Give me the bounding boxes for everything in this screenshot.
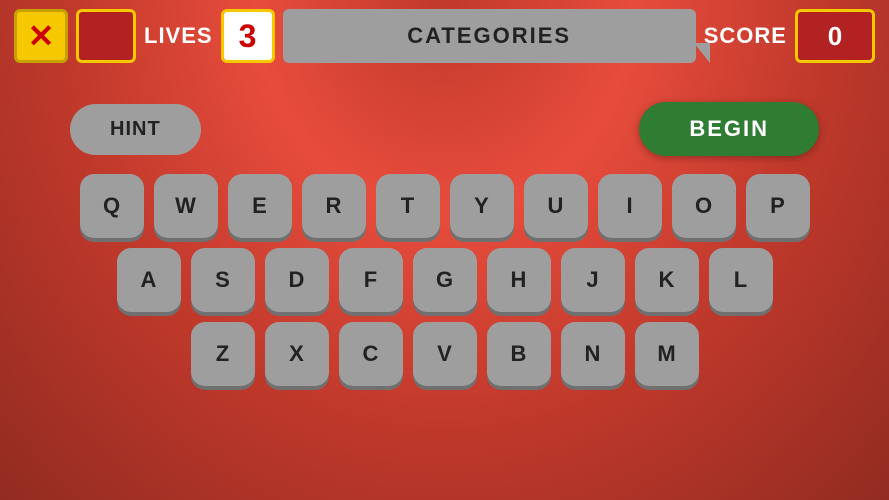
keyboard-row-2: ASDFGHJKL [117, 248, 773, 312]
keyboard-row-3: ZXCVBNM [191, 322, 699, 386]
key-B[interactable]: B [487, 322, 551, 386]
key-Q[interactable]: Q [80, 174, 144, 238]
main-content: HINT BEGIN QWERTYUIOP ASDFGHJKL ZXCVBNM [0, 72, 889, 500]
lives-count-value: 3 [239, 18, 257, 55]
key-K[interactable]: K [635, 248, 699, 312]
score-label: SCORE [704, 23, 787, 49]
score-number: 0 [828, 21, 842, 52]
key-W[interactable]: W [154, 174, 218, 238]
key-V[interactable]: V [413, 322, 477, 386]
key-T[interactable]: T [376, 174, 440, 238]
begin-label: BEGIN [689, 116, 769, 141]
key-O[interactable]: O [672, 174, 736, 238]
begin-button[interactable]: BEGIN [639, 102, 819, 156]
keyboard: QWERTYUIOP ASDFGHJKL ZXCVBNM [80, 174, 810, 386]
key-F[interactable]: F [339, 248, 403, 312]
key-G[interactable]: G [413, 248, 477, 312]
key-P[interactable]: P [746, 174, 810, 238]
close-button[interactable]: ✕ [14, 9, 68, 63]
key-I[interactable]: I [598, 174, 662, 238]
key-E[interactable]: E [228, 174, 292, 238]
key-U[interactable]: U [524, 174, 588, 238]
action-row: HINT BEGIN [60, 102, 829, 156]
keyboard-row-1: QWERTYUIOP [80, 174, 810, 238]
key-A[interactable]: A [117, 248, 181, 312]
score-value: 0 [795, 9, 875, 63]
categories-arrow-icon [694, 43, 710, 63]
categories-button[interactable]: CATEGORIES [283, 9, 696, 63]
key-S[interactable]: S [191, 248, 255, 312]
key-M[interactable]: M [635, 322, 699, 386]
hint-label: HINT [110, 118, 161, 140]
close-icon: ✕ [28, 20, 55, 52]
key-C[interactable]: C [339, 322, 403, 386]
key-J[interactable]: J [561, 248, 625, 312]
key-L[interactable]: L [709, 248, 773, 312]
key-N[interactable]: N [561, 322, 625, 386]
categories-label: CATEGORIES [407, 23, 571, 49]
lives-count: 3 [221, 9, 275, 63]
key-Y[interactable]: Y [450, 174, 514, 238]
key-Z[interactable]: Z [191, 322, 255, 386]
red-indicator-box [76, 9, 136, 63]
key-X[interactable]: X [265, 322, 329, 386]
lives-label: LIVES [144, 23, 213, 49]
hint-button[interactable]: HINT [70, 104, 201, 155]
key-R[interactable]: R [302, 174, 366, 238]
top-bar: ✕ LIVES 3 CATEGORIES SCORE 0 [0, 0, 889, 72]
key-H[interactable]: H [487, 248, 551, 312]
key-D[interactable]: D [265, 248, 329, 312]
